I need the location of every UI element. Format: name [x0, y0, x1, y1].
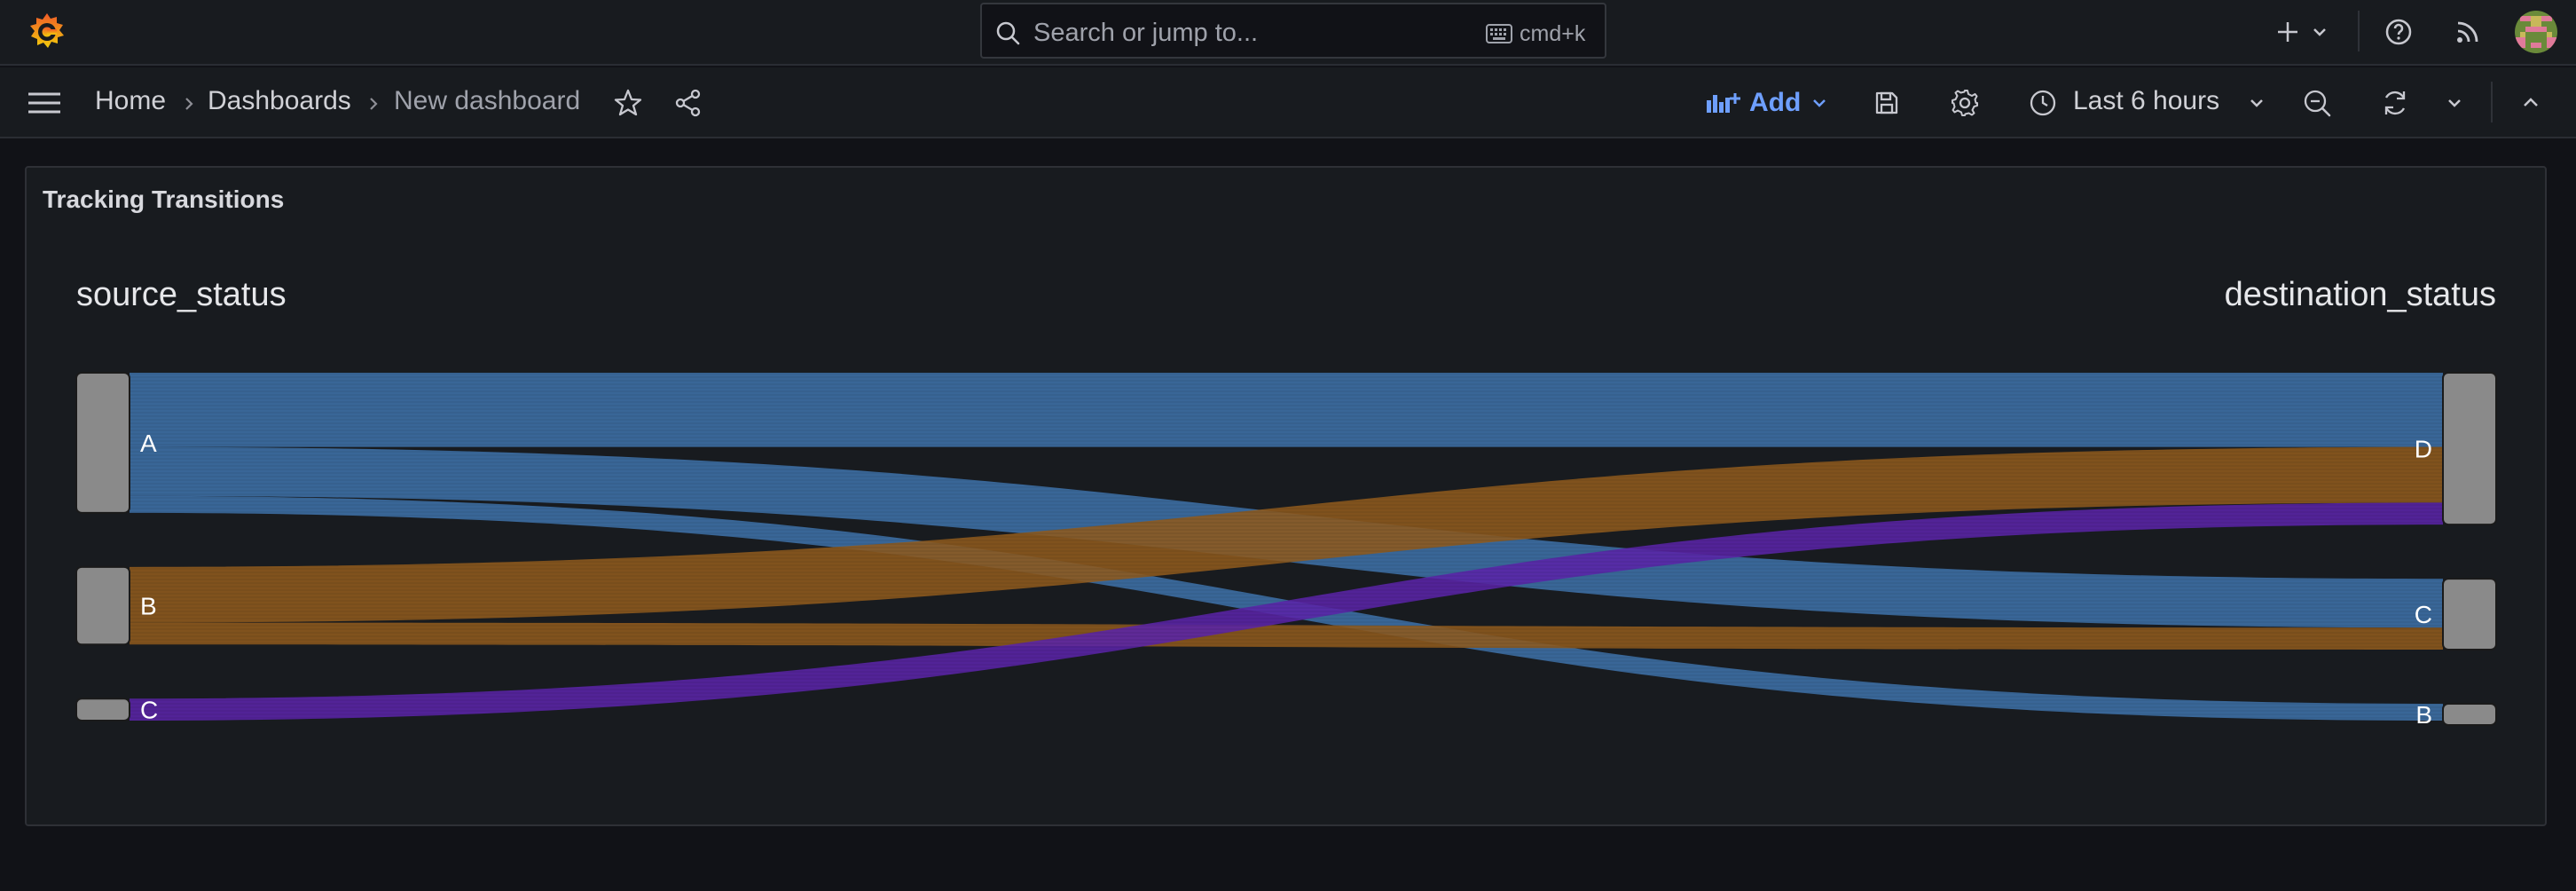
sankey-chart: A B C D C Bsource_status destination_status: [75, 276, 2497, 729]
source-node-B: [75, 565, 130, 646]
sankey-link-texture: [130, 622, 2443, 650]
destination-node-label: B: [2415, 701, 2432, 729]
source-node-label: B: [140, 593, 157, 620]
destination-column-header: destination_status: [2225, 276, 2496, 313]
source-node-C: [75, 698, 130, 721]
destination-node-label: C: [2415, 601, 2432, 628]
sankey-link-texture: [130, 373, 2443, 447]
source-node-label: C: [140, 697, 158, 724]
destination-node-C: [2442, 578, 2497, 651]
destination-node-label: D: [2415, 436, 2432, 463]
destination-node-D: [2442, 372, 2497, 526]
source-node-label: A: [140, 430, 157, 457]
sankey-links: [130, 373, 2443, 721]
source-column-header: source_status: [76, 276, 287, 313]
destination-node-B: [2442, 702, 2497, 726]
source-node-A: [75, 372, 130, 514]
